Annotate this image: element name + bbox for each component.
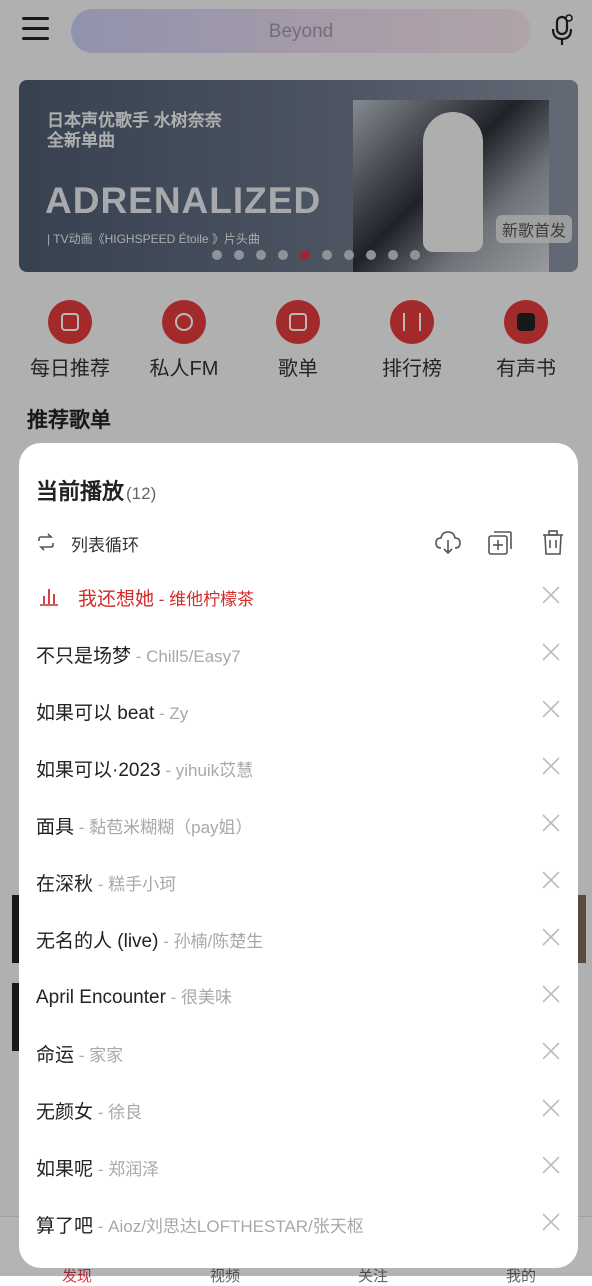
song-text: 无名的人 (live) - 孙楠/陈楚生 xyxy=(36,926,263,953)
remove-song-close-icon[interactable] xyxy=(541,642,561,662)
song-row[interactable]: 在深秋 - 糕手小珂 xyxy=(36,860,561,900)
song-row[interactable]: 面具 - 黏苞米糊糊（pay姐） xyxy=(36,803,561,843)
separator: - xyxy=(131,647,147,666)
song-title: April Encounter xyxy=(36,987,166,1008)
separator: - xyxy=(93,1160,109,1179)
song-artist: 孙楠/陈楚生 xyxy=(173,932,264,951)
repeat-icon[interactable] xyxy=(36,532,56,552)
song-title: 如果可以 beat xyxy=(36,703,155,724)
song-artist: 家家 xyxy=(89,1046,124,1065)
song-row[interactable]: 如果可以·2023 - yihuik苡慧 xyxy=(36,746,561,786)
separator: - xyxy=(165,988,182,1007)
separator: - xyxy=(93,1217,109,1236)
song-row[interactable]: 如果呢 - 郑润泽 xyxy=(36,1145,561,1185)
song-title: 面具 xyxy=(36,817,75,838)
song-text: 如果可以 beat - Zy xyxy=(36,698,188,725)
remove-song-close-icon[interactable] xyxy=(541,870,561,890)
song-row[interactable]: 不只是场梦 - Chill5/Easy7 xyxy=(36,632,561,672)
song-artist: yihuik苡慧 xyxy=(175,761,254,780)
song-text: 如果可以·2023 - yihuik苡慧 xyxy=(36,755,253,782)
song-artist: 徐良 xyxy=(108,1103,143,1122)
song-row[interactable]: April Encounter - 很美味 xyxy=(36,974,561,1014)
song-artist: Chill5/Easy7 xyxy=(146,647,241,666)
song-artist: Zy xyxy=(169,704,189,723)
song-title: 无颜女 xyxy=(36,1102,94,1123)
separator: - xyxy=(74,818,90,837)
song-artist: Aioz/刘思达LOFTHESTAR/张天枢 xyxy=(108,1217,364,1236)
song-title: 如果呢 xyxy=(36,1159,94,1180)
song-artist: 黏苞米糊糊（pay姐） xyxy=(89,818,253,837)
remove-song-close-icon[interactable] xyxy=(541,1041,561,1061)
song-text: 算了吧 - Aioz/刘思达LOFTHESTAR/张天枢 xyxy=(36,1211,364,1238)
separator: - xyxy=(154,590,170,609)
sheet-title-text: 当前播放 xyxy=(36,479,125,504)
download-icon[interactable] xyxy=(434,528,462,558)
remove-song-close-icon[interactable] xyxy=(541,585,561,605)
song-row-playing[interactable]: 我还想她 - 维他柠檬茶 xyxy=(36,575,561,615)
remove-song-close-icon[interactable] xyxy=(541,1212,561,1232)
remove-song-close-icon[interactable] xyxy=(541,699,561,719)
remove-song-close-icon[interactable] xyxy=(541,927,561,947)
song-row[interactable]: 无颜女 - 徐良 xyxy=(36,1088,561,1128)
song-text: 无颜女 - 徐良 xyxy=(36,1097,142,1124)
separator: - xyxy=(93,875,109,894)
song-artist: 糕手小珂 xyxy=(108,875,177,894)
play-mode-row: 列表循环 xyxy=(36,528,563,558)
song-title: 无名的人 (live) xyxy=(36,931,159,952)
song-text: 我还想她 - 维他柠檬茶 xyxy=(78,584,254,611)
separator: - xyxy=(74,1046,90,1065)
song-title: 算了吧 xyxy=(36,1216,94,1237)
song-row[interactable]: 如果可以 beat - Zy xyxy=(36,689,561,729)
song-text: 如果呢 - 郑润泽 xyxy=(36,1154,159,1181)
song-artist: 维他柠檬茶 xyxy=(169,590,255,609)
separator: - xyxy=(93,1103,109,1122)
separator: - xyxy=(154,704,170,723)
play-mode-label[interactable]: 列表循环 xyxy=(71,531,139,556)
song-title: 我还想她 xyxy=(78,589,155,610)
song-title: 在深秋 xyxy=(36,874,94,895)
delete-all-icon[interactable] xyxy=(539,528,567,558)
song-row[interactable]: 无名的人 (live) - 孙楠/陈楚生 xyxy=(36,917,561,957)
remove-song-close-icon[interactable] xyxy=(541,756,561,776)
song-text: 不只是场梦 - Chill5/Easy7 xyxy=(36,641,241,668)
song-title: 命运 xyxy=(36,1045,75,1066)
song-count: (12) xyxy=(126,484,157,503)
now-playing-sheet: 当前播放 (12) 列表循环 我还想她 - 维他柠檬茶不只是场梦 - Chill5… xyxy=(19,443,578,1268)
song-text: April Encounter - 很美味 xyxy=(36,983,232,1009)
add-to-playlist-icon[interactable] xyxy=(486,528,514,558)
song-text: 命运 - 家家 xyxy=(36,1040,123,1067)
song-text: 在深秋 - 糕手小珂 xyxy=(36,869,176,896)
now-playing-equalizer-icon xyxy=(40,589,58,606)
song-row[interactable]: 命运 - 家家 xyxy=(36,1031,561,1071)
separator: - xyxy=(158,932,174,951)
song-title: 如果可以·2023 xyxy=(36,760,161,781)
remove-song-close-icon[interactable] xyxy=(541,813,561,833)
remove-song-close-icon[interactable] xyxy=(541,1155,561,1175)
song-artist: 很美味 xyxy=(181,988,233,1007)
song-title: 不只是场梦 xyxy=(36,646,132,667)
song-row[interactable]: 算了吧 - Aioz/刘思达LOFTHESTAR/张天枢 xyxy=(36,1202,561,1242)
remove-song-close-icon[interactable] xyxy=(541,1098,561,1118)
song-artist: 郑润泽 xyxy=(108,1160,160,1179)
remove-song-close-icon[interactable] xyxy=(541,984,561,1004)
song-text: 面具 - 黏苞米糊糊（pay姐） xyxy=(36,812,253,839)
sheet-title: 当前播放 (12) xyxy=(36,474,156,506)
separator: - xyxy=(160,761,176,780)
